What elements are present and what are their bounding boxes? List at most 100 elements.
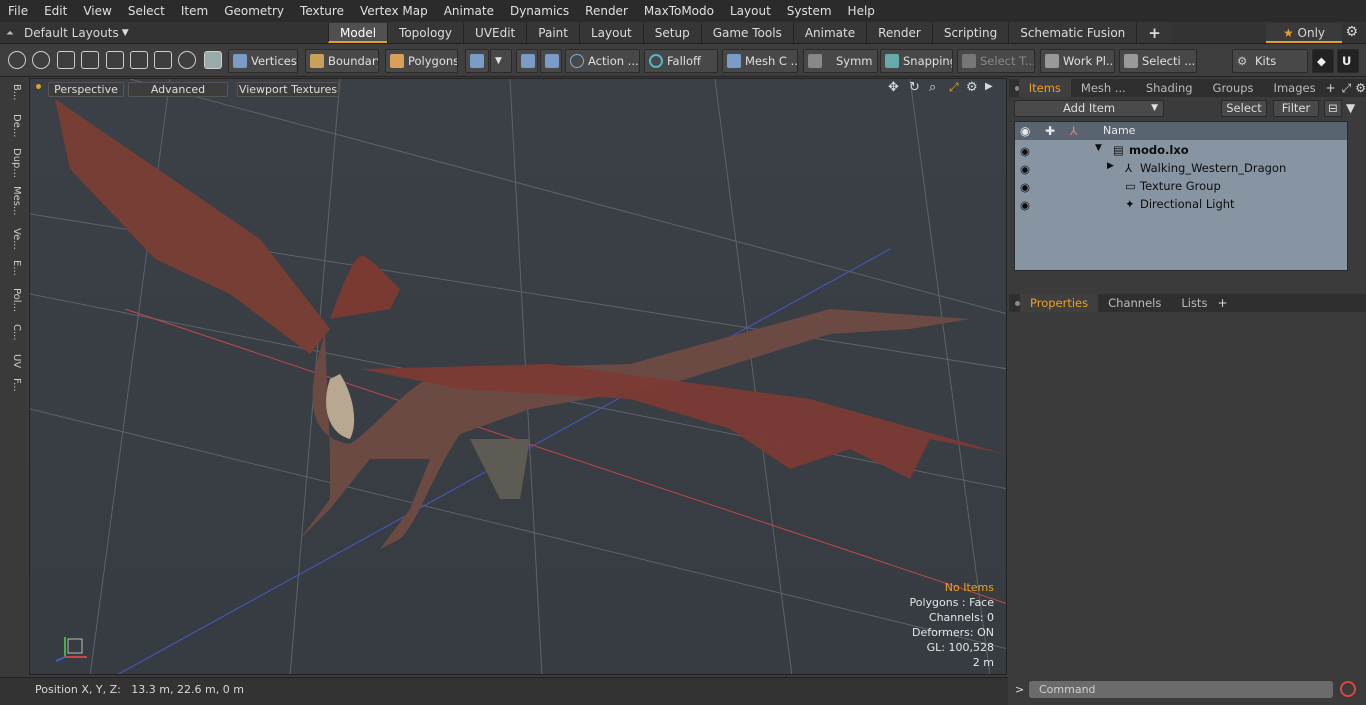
eye-icon[interactable]: ◉ <box>1020 198 1030 212</box>
eye-icon[interactable]: ◉ <box>1020 162 1030 176</box>
select-through-button[interactable]: Select T... <box>957 49 1035 73</box>
center-icon[interactable] <box>130 51 148 69</box>
brush-icon[interactable] <box>81 51 99 69</box>
menu-edit[interactable]: Edit <box>36 0 75 22</box>
action-center-button[interactable]: Action ... <box>565 49 640 73</box>
select-circle-icon[interactable] <box>8 51 26 69</box>
menu-layout[interactable]: Layout <box>722 0 779 22</box>
zoom-view-icon[interactable]: ⌕ <box>929 80 936 95</box>
layout-selector[interactable]: ⏶ Default Layouts ▼ <box>0 22 130 44</box>
menu-view[interactable]: View <box>75 0 119 22</box>
panel-gear-icon[interactable]: ⚙ <box>1355 81 1366 95</box>
item-mode-button[interactable] <box>465 49 489 73</box>
tab-setup[interactable]: Setup <box>642 23 701 43</box>
tab-images[interactable]: Images <box>1264 79 1326 97</box>
eye-icon[interactable]: ◉ <box>1020 144 1030 158</box>
left-tab-mesh-edit[interactable]: Mes... <box>4 186 22 216</box>
left-tab-deform[interactable]: De... <box>4 114 22 137</box>
tab-paint[interactable]: Paint <box>526 23 579 43</box>
shield-a-button[interactable] <box>516 49 538 73</box>
tab-shading[interactable]: Shading <box>1136 79 1203 97</box>
falloff-button[interactable]: Falloff <box>644 49 718 73</box>
clock-icon[interactable] <box>178 51 196 69</box>
globe-icon[interactable] <box>32 51 50 69</box>
shield-b-button[interactable] <box>540 49 562 73</box>
menu-help[interactable]: Help <box>840 0 883 22</box>
symmetry-button[interactable]: Symm ... <box>803 49 878 73</box>
target-icon[interactable] <box>154 51 172 69</box>
left-tab-vertex[interactable]: Ve... <box>4 228 22 250</box>
menu-item[interactable]: Item <box>173 0 216 22</box>
menu-file[interactable]: File <box>0 0 36 22</box>
unreal-button[interactable]: U <box>1337 49 1359 73</box>
selection-sets-button[interactable]: Selecti ... <box>1119 49 1197 73</box>
tab-lists[interactable]: Lists <box>1171 294 1217 312</box>
advanced-button[interactable]: Advanced <box>128 82 228 97</box>
left-tab-fusion[interactable]: F... <box>4 378 22 392</box>
add-panel-tab-icon[interactable]: + <box>1217 296 1227 310</box>
only-button[interactable]: ★ Only <box>1266 23 1342 43</box>
pen-icon[interactable] <box>57 51 75 69</box>
menu-render[interactable]: Render <box>577 0 636 22</box>
left-tab-uv[interactable]: UV <box>4 354 22 368</box>
command-input[interactable]: Command <box>1029 681 1333 698</box>
viewport-gear-icon[interactable]: ⚙ <box>966 80 978 95</box>
add-panel-tab-icon[interactable]: + <box>1326 81 1336 95</box>
unity-button[interactable]: ◆ <box>1312 49 1334 73</box>
select-button[interactable]: Select <box>1221 100 1267 117</box>
tab-animate[interactable]: Animate <box>792 23 867 43</box>
expand-panel-icon[interactable]: ⤢ <box>1342 81 1352 96</box>
eye-icon[interactable]: ◉ <box>1020 180 1030 194</box>
tab-model[interactable]: Model <box>328 23 388 43</box>
snapping-button[interactable]: Snapping <box>880 49 953 73</box>
left-tab-duplicate[interactable]: Dup... <box>4 148 22 178</box>
move-view-icon[interactable]: ✥ <box>888 80 899 95</box>
menu-maxtomodo[interactable]: MaxToModo <box>636 0 722 22</box>
menu-select[interactable]: Select <box>120 0 173 22</box>
tab-properties[interactable]: Properties <box>1020 294 1099 312</box>
tab-groups[interactable]: Groups <box>1203 79 1264 97</box>
tab-items[interactable]: Items <box>1018 79 1071 97</box>
left-tab-edge[interactable]: E... <box>4 260 22 276</box>
add-item-button[interactable]: Add Item ▼ <box>1014 100 1164 117</box>
tab-mesh[interactable]: Mesh ... <box>1071 79 1136 97</box>
tab-layout[interactable]: Layout <box>578 23 643 43</box>
perspective-button[interactable]: Perspective <box>48 82 124 97</box>
align-icon[interactable] <box>106 51 124 69</box>
left-tab-curve[interactable]: C... <box>4 324 22 341</box>
tab-game-tools[interactable]: Game Tools <box>700 23 793 43</box>
tab-scripting[interactable]: Scripting <box>931 23 1009 43</box>
fit-view-icon[interactable]: ⤢ <box>949 80 959 95</box>
tab-uvedit[interactable]: UVEdit <box>463 23 527 43</box>
polygons-button[interactable]: Polygons <box>385 49 458 73</box>
viewport-expand-icon[interactable]: ▶ <box>985 81 993 92</box>
mode-dropdown[interactable]: ▼ <box>490 49 512 73</box>
cube-icon[interactable] <box>204 51 222 69</box>
tab-topology[interactable]: Topology <box>387 23 464 43</box>
add-tab-button[interactable]: + <box>1136 23 1172 43</box>
collapse-button[interactable]: ⊟ <box>1324 100 1342 117</box>
kits-button[interactable]: ⚙ Kits <box>1232 49 1308 73</box>
left-tab-polygon[interactable]: Pol... <box>4 288 22 312</box>
list-item-dragon[interactable]: ◉ ▶ ⅄ Walking_Western_Dragon <box>1015 159 1347 177</box>
list-item-texture-group[interactable]: ◉ ▭ Texture Group <box>1015 177 1347 195</box>
tab-schematic-fusion[interactable]: Schematic Fusion <box>1008 23 1137 43</box>
list-item-light[interactable]: ◉ ✦ Directional Light <box>1015 195 1347 213</box>
gear-icon[interactable]: ⚙ <box>1345 24 1358 40</box>
vertices-button[interactable]: Vertices <box>228 49 298 73</box>
left-tab-basic[interactable]: B... <box>4 84 22 100</box>
menu-system[interactable]: System <box>779 0 840 22</box>
filter-button[interactable]: Filter <box>1273 100 1319 117</box>
tab-render[interactable]: Render <box>866 23 932 43</box>
record-icon[interactable] <box>1340 681 1356 697</box>
collapse-arrow-icon[interactable]: ▶ <box>1107 161 1114 171</box>
command-expand-icon[interactable]: > <box>1015 683 1024 696</box>
filter-funnel-icon[interactable]: ▼ <box>1346 101 1355 115</box>
rotate-view-icon[interactable]: ↻ <box>909 80 920 95</box>
menu-vertex-map[interactable]: Vertex Map <box>352 0 436 22</box>
viewport-3d[interactable]: Perspective Advanced Viewport Textures ✥… <box>29 78 1007 675</box>
boundary-button[interactable]: Boundary <box>305 49 379 73</box>
menu-dynamics[interactable]: Dynamics <box>502 0 577 22</box>
work-plane-button[interactable]: Work Pl... <box>1040 49 1115 73</box>
menu-animate[interactable]: Animate <box>436 0 502 22</box>
